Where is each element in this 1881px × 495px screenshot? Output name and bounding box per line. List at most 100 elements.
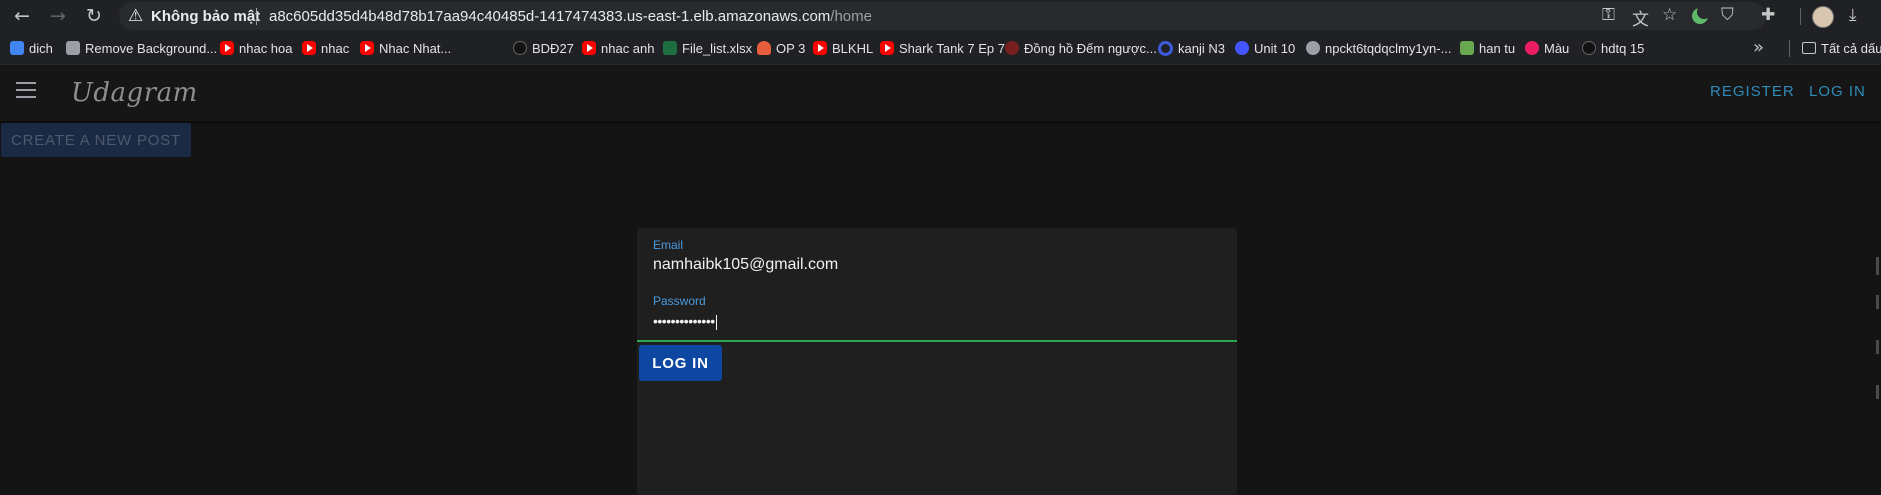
- bookmark-remove-background[interactable]: Remove Background...: [66, 39, 217, 57]
- text-caret: [715, 314, 717, 330]
- password-mask: ••••••••••••••: [653, 313, 715, 329]
- bookmark-label: Màu: [1544, 40, 1570, 56]
- bookmark-label: Tất cả dấu t: [1821, 40, 1881, 56]
- arrow-left-icon: ←: [14, 5, 30, 27]
- url-text[interactable]: a8c605dd35d4b48d78b17aa94c40485d-1417474…: [269, 8, 872, 25]
- omnibox-divider: [256, 8, 257, 25]
- cloud-icon: [757, 41, 771, 55]
- bookmark-label: hdtq 15: [1601, 40, 1645, 56]
- bookmark-mau[interactable]: Màu: [1525, 39, 1569, 57]
- extensions-puzzle-icon[interactable]: ✚: [1761, 5, 1775, 25]
- bookmark-label: npckt6tqdqclmy1yn-...: [1325, 40, 1452, 56]
- youtube-icon: [220, 41, 234, 55]
- more-bookmarks-chevron-icon[interactable]: »: [1753, 37, 1764, 58]
- login-form-card: Email namhaibk105@gmail.com Password •••…: [637, 228, 1237, 495]
- app-header: Udagram Register Log In: [0, 65, 1881, 121]
- login-nav-link[interactable]: Log In: [1809, 83, 1866, 100]
- bookmark-hdtq-15[interactable]: hdtq 15: [1582, 39, 1644, 57]
- bookmark-label: nhac hoa: [239, 40, 293, 56]
- globe-icon: [1306, 41, 1320, 55]
- bookmark-label: Nhac Nhat...: [379, 40, 452, 56]
- password-focus-underline: [637, 340, 1237, 342]
- bookmark-nhac[interactable]: nhac: [302, 39, 349, 57]
- youtube-icon: [360, 41, 374, 55]
- bookmark-npckt[interactable]: npckt6tqdqclmy1yn-...: [1306, 39, 1451, 57]
- clock-icon: [1005, 41, 1019, 55]
- bookmarks-bar: dich Remove Background... nhac hoa nhac …: [0, 32, 1881, 65]
- image-icon: [1460, 41, 1474, 55]
- bookmark-dich[interactable]: dich: [10, 39, 53, 57]
- bookmark-label: kanji N3: [1178, 40, 1225, 56]
- email-label: Email: [653, 238, 684, 252]
- scrollbar-marker[interactable]: [1876, 295, 1879, 309]
- arrow-right-icon: →: [50, 5, 66, 27]
- bookmarks-folder-all[interactable]: Tất cả dấu t: [1802, 39, 1881, 57]
- password-input[interactable]: ••••••••••••••: [653, 313, 717, 330]
- youtube-icon: [880, 41, 894, 55]
- bookmark-label: Remove Background...: [85, 40, 218, 56]
- dark-reader-icon[interactable]: [1692, 5, 1711, 24]
- profile-avatar[interactable]: [1812, 6, 1834, 28]
- password-label: Password: [653, 294, 706, 308]
- reload-button[interactable]: ↻: [81, 3, 107, 29]
- quizlet-icon: [1235, 41, 1249, 55]
- bookmark-label: dich: [29, 40, 53, 56]
- email-input[interactable]: namhaibk105@gmail.com: [653, 256, 838, 274]
- download-icon[interactable]: ⤓: [1849, 5, 1857, 25]
- key-icon[interactable]: ⚿: [1602, 5, 1615, 25]
- create-post-button[interactable]: Create a New Post: [1, 123, 191, 157]
- address-bar[interactable]: ⚠ Không bảo mật a8c605dd35d4b48d78b17aa9…: [119, 2, 1766, 30]
- bookmark-nhac-hoa[interactable]: nhac hoa: [220, 39, 293, 57]
- tiktok-icon: [513, 41, 527, 55]
- bookmark-label: nhac anh: [601, 40, 655, 56]
- forward-button[interactable]: →: [45, 3, 71, 29]
- url-path: /home: [830, 8, 872, 25]
- bookmark-label: han tu: [1479, 40, 1516, 56]
- star-icon[interactable]: ☆: [1662, 5, 1677, 25]
- color-picker-icon: [1525, 41, 1539, 55]
- toolbar-divider: [1800, 8, 1801, 25]
- bookmark-label: nhac: [321, 40, 350, 56]
- security-status[interactable]: Không bảo mật: [151, 8, 260, 25]
- warning-triangle-icon[interactable]: ⚠: [128, 6, 143, 26]
- youtube-icon: [302, 41, 316, 55]
- back-button[interactable]: ←: [9, 3, 35, 29]
- bookmark-blkhl[interactable]: BLKHL: [813, 39, 873, 57]
- bookmark-op3[interactable]: OP 3: [757, 39, 805, 57]
- google-translate-icon: [10, 41, 24, 55]
- bookmark-nhac-nhat[interactable]: Nhac Nhat...: [360, 39, 451, 57]
- hamburger-menu-icon[interactable]: [16, 82, 36, 98]
- excel-icon: [663, 41, 677, 55]
- url-host: a8c605dd35d4b48d78b17aa94c40485d-1417474…: [269, 8, 831, 25]
- bookmark-dong-ho[interactable]: Đồng hồ Đếm ngược...: [1005, 39, 1157, 57]
- bookmark-label: File_list.xlsx: [682, 40, 753, 56]
- bookmark-kanji-n3[interactable]: kanji N3: [1158, 39, 1225, 57]
- app-page: Udagram Register Log In Create a New Pos…: [0, 65, 1881, 495]
- youtube-icon: [582, 41, 596, 55]
- bookmark-han-tu[interactable]: han tu: [1460, 39, 1515, 57]
- tiktok-icon: [1582, 41, 1596, 55]
- translate-icon[interactable]: 文: [1632, 5, 1649, 30]
- youtube-icon: [813, 41, 827, 55]
- login-submit-button[interactable]: Log In: [639, 345, 722, 381]
- bookmarks-divider: [1789, 40, 1790, 57]
- bookmark-label: BLKHL: [832, 40, 874, 56]
- shield-extension-icon[interactable]: ⛉: [1721, 5, 1734, 25]
- bookmark-bdd27[interactable]: BDĐ27: [513, 39, 574, 57]
- bookmark-label: Shark Tank 7 Ep 7: [899, 40, 1005, 56]
- scrollbar-marker[interactable]: [1876, 257, 1879, 275]
- q-icon: [1158, 40, 1173, 56]
- scrollbar-marker[interactable]: [1876, 340, 1879, 354]
- bookmark-unit-10[interactable]: Unit 10: [1235, 39, 1295, 57]
- app-brand-logo[interactable]: Udagram: [71, 78, 198, 108]
- register-link[interactable]: Register: [1710, 83, 1795, 100]
- bookmark-file-list[interactable]: File_list.xlsx: [663, 39, 752, 57]
- bookmark-nhac-anh[interactable]: nhac anh: [582, 39, 655, 57]
- bookmark-label: Đồng hồ Đếm ngược...: [1024, 40, 1157, 56]
- bookmark-label: BDĐ27: [532, 40, 574, 56]
- bookmark-shark-tank[interactable]: Shark Tank 7 Ep 7: [880, 39, 1005, 57]
- reload-icon: ↻: [86, 5, 102, 27]
- folder-icon: [1802, 42, 1816, 54]
- scrollbar-marker[interactable]: [1876, 385, 1879, 399]
- bookmark-label: Unit 10: [1254, 40, 1296, 56]
